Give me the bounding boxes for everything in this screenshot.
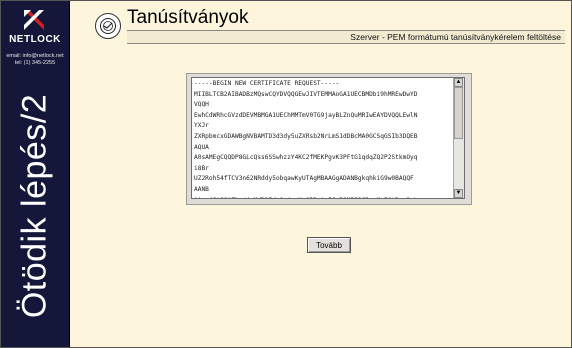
scroll-down-arrow-icon[interactable]: ▼ [454, 189, 463, 198]
scroll-thumb[interactable] [454, 87, 463, 139]
contact-phone: tel: (1) 345-2255 [14, 60, 56, 66]
cert-request-text: -----BEGIN NEW CERTIFICATE REQUEST----- M… [194, 79, 452, 198]
netlock-logo-icon [24, 10, 44, 30]
cert-request-textarea[interactable]: -----BEGIN NEW CERTIFICATE REQUEST----- M… [191, 77, 465, 199]
sidebar: NETLOCK email: info@netlock.net tel: (1)… [1, 1, 70, 347]
cert-request-line: ZXRpbmcxGDAWBgNVBAMTD3d3dy5uZXRsb2NrLmS1… [194, 132, 418, 140]
header-bar: Szerver - PEM formátumú tanúsítványkérel… [127, 30, 565, 44]
scroll-up-arrow-icon[interactable]: ▲ [454, 78, 463, 87]
cert-request-line: AANB [194, 185, 209, 193]
contact-info: email: info@netlock.net tel: (1) 345-225… [1, 53, 69, 67]
page-frame: NETLOCK email: info@netlock.net tel: (1)… [0, 0, 572, 348]
cert-request-line: -----BEGIN NEW CERTIFICATE REQUEST----- [194, 80, 340, 87]
cert-request-line: YXJr [194, 122, 209, 130]
cert-request-panel: -----BEGIN NEW CERTIFICATE REQUEST----- M… [186, 73, 472, 205]
cert-request-line: MIIBLTCB2AIBADBzMQswCQYDVQQGEwJIVTEMMAoG… [194, 90, 418, 98]
next-button[interactable]: Tovább [307, 237, 351, 253]
cert-request-line: AAnp4JtJ8AZhn/4aMdD3IdsOxjwnKuQBRwjaICoB… [194, 196, 452, 198]
cert-request-line: VQQH [194, 101, 209, 109]
certificate-seal-icon [95, 13, 121, 39]
cert-request-line: AQUA [194, 143, 209, 151]
contact-email: email: info@netlock.net [6, 53, 64, 59]
cert-request-line: EwhCdWRhcGVzdDEVMBMGA1UEChMMTmV0TG9jayBL… [194, 111, 418, 119]
page-subtitle: Szerver - PEM formátumú tanúsítványkérel… [350, 32, 561, 42]
cert-request-line: i8Br [194, 164, 209, 172]
vertical-scrollbar[interactable]: ▲ ▼ [453, 78, 464, 198]
step-title: Ötödik lépés/2 [15, 93, 54, 319]
cert-request-line: UZ2Roh54fTCV3n62NRddy5obqawKyUTAgMBAAGgA… [194, 175, 414, 183]
page-title: Tanúsítványok [127, 7, 249, 28]
logo-text: NETLOCK [9, 34, 61, 45]
cert-request-line: A0sAMEgCQQDP8GLcQss6SSwhzzY4KC2fMEKPgvK3… [194, 154, 418, 162]
